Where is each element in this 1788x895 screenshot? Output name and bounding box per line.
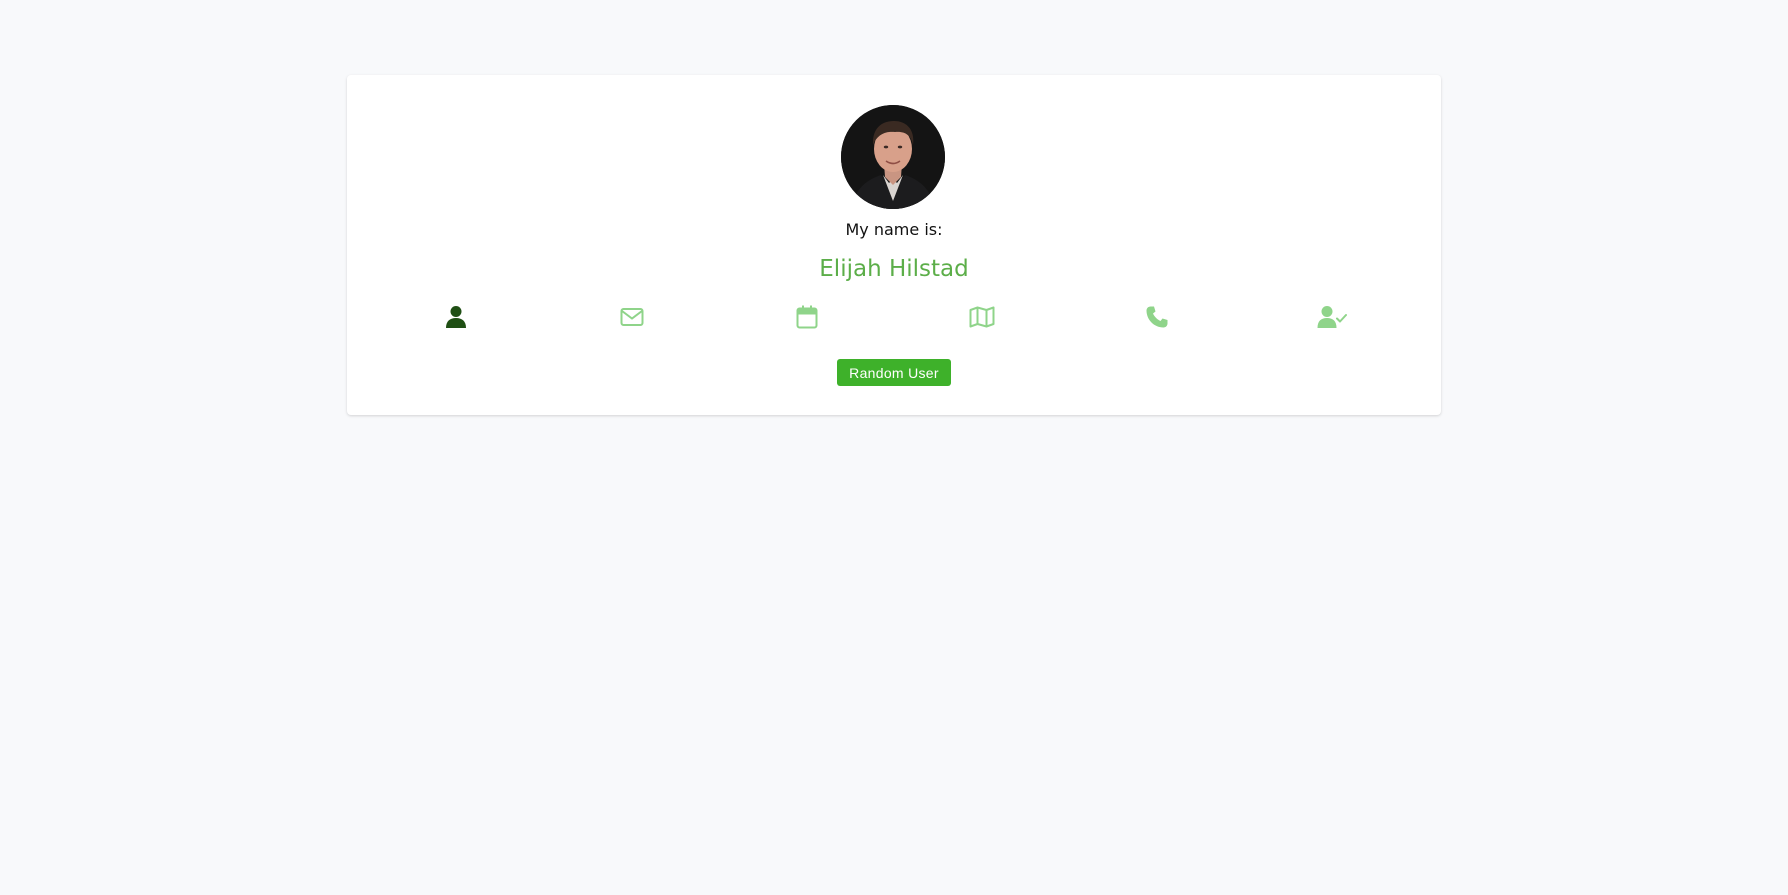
user-card: My name is: Elijah Hilstad Random User	[347, 75, 1441, 415]
user-check-icon[interactable]	[1317, 302, 1347, 332]
avatar	[841, 105, 945, 209]
user-icon[interactable]	[441, 302, 471, 332]
calendar-icon[interactable]	[792, 302, 822, 332]
field-label: My name is:	[845, 220, 943, 239]
field-value: Elijah Hilstad	[819, 256, 969, 282]
avatar-photo	[841, 105, 945, 209]
random-user-button[interactable]: Random User	[837, 359, 951, 386]
phone-icon[interactable]	[1142, 302, 1172, 332]
envelope-icon[interactable]	[617, 302, 647, 332]
info-icon-row	[377, 302, 1411, 332]
map-icon[interactable]	[967, 302, 997, 332]
